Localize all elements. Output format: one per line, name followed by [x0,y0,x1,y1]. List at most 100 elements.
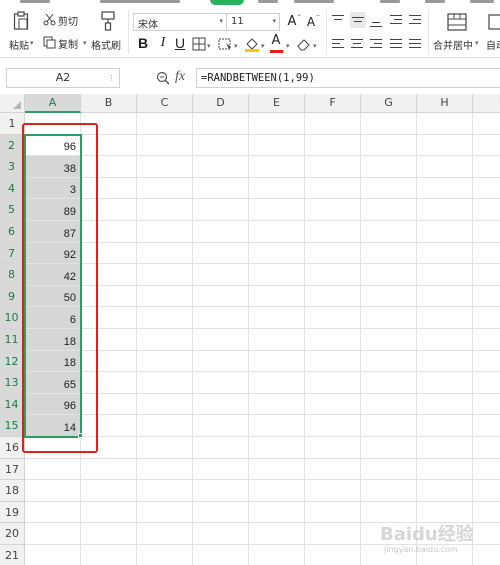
increase-indent-button[interactable] [409,14,423,28]
cell-e8[interactable] [249,264,305,286]
cell-c2[interactable] [137,134,193,157]
cell-i16[interactable] [473,437,500,459]
cell-b2[interactable] [81,134,137,157]
cell-f16[interactable] [305,437,361,459]
cell-h3[interactable] [417,156,473,178]
align-center-button[interactable] [351,39,365,51]
cell-e13[interactable] [249,372,305,394]
cell-g18[interactable] [361,480,417,502]
cell-d5[interactable] [193,199,249,221]
bold-button[interactable]: B [135,34,151,52]
cell-f20[interactable] [305,523,361,545]
cell-d21[interactable] [193,545,249,565]
cell-g9[interactable] [361,285,417,308]
cell-f12[interactable] [305,350,361,373]
row-header-6[interactable]: 6 [0,221,25,243]
row-header-7[interactable]: 7 [0,242,25,265]
cell-a14[interactable]: 96 [25,393,81,416]
cell-g7[interactable] [361,242,417,265]
cell-a20[interactable] [25,523,81,545]
row-header-1[interactable]: 1 [0,113,25,135]
cell-e19[interactable] [249,501,305,524]
cell-b7[interactable] [81,242,137,265]
underline-button[interactable]: U [172,34,188,52]
cell-d16[interactable] [193,437,249,459]
cell-c1[interactable] [137,113,193,135]
cell-e6[interactable] [249,221,305,243]
cell-e5[interactable] [249,199,305,221]
cell-h8[interactable] [417,264,473,286]
row-header-4[interactable]: 4 [0,177,25,200]
row-header-11[interactable]: 11 [0,329,25,351]
cell-c20[interactable] [137,523,193,545]
chevron-down-icon[interactable]: ▾ [286,42,290,50]
cell-i7[interactable] [473,242,500,265]
cell-e9[interactable] [249,285,305,308]
chevron-down-icon[interactable]: ▾ [475,39,479,47]
row-header-14[interactable]: 14 [0,393,25,416]
paste-button[interactable]: 粘贴 ▾ [8,8,34,56]
cell-f3[interactable] [305,156,361,178]
cell-a3[interactable]: 38 [25,156,81,178]
cell-b5[interactable] [81,199,137,221]
column-header-f[interactable]: F [305,94,361,113]
fill-color-icon[interactable] [244,36,260,52]
cell-c6[interactable] [137,221,193,243]
cell-d20[interactable] [193,523,249,545]
distributed-align-button[interactable] [409,39,423,51]
row-header-2[interactable]: 2 [0,134,25,157]
cell-i1[interactable] [473,113,500,135]
cell-d6[interactable] [193,221,249,243]
cell-c7[interactable] [137,242,193,265]
cell-a18[interactable] [25,480,81,502]
align-right-button[interactable] [370,39,384,51]
cell-i15[interactable] [473,415,500,437]
row-header-5[interactable]: 5 [0,199,25,221]
cell-d14[interactable] [193,393,249,416]
auto-wrap-button[interactable]: 自动 [484,8,500,56]
row-header-3[interactable]: 3 [0,156,25,178]
cell-f11[interactable] [305,329,361,351]
cell-h10[interactable] [417,307,473,329]
cell-d1[interactable] [193,113,249,135]
cell-g12[interactable] [361,350,417,373]
cell-d4[interactable] [193,177,249,200]
cell-b12[interactable] [81,350,137,373]
cell-a12[interactable]: 18 [25,350,81,373]
cell-a6[interactable]: 87 [25,221,81,243]
cell-i5[interactable] [473,199,500,221]
cell-i12[interactable] [473,350,500,373]
cell-g2[interactable] [361,134,417,157]
cell-g16[interactable] [361,437,417,459]
column-header-d[interactable]: D [193,94,249,113]
cell-e1[interactable] [249,113,305,135]
row-header-15[interactable]: 15 [0,415,25,437]
cell-h17[interactable] [417,458,473,481]
cell-b18[interactable] [81,480,137,502]
cell-h12[interactable] [417,350,473,373]
row-header-19[interactable]: 19 [0,501,25,524]
cell-d10[interactable] [193,307,249,329]
cell-e2[interactable] [249,134,305,157]
row-header-10[interactable]: 10 [0,307,25,329]
cell-a16[interactable] [25,437,81,459]
cell-a1[interactable] [25,113,81,135]
name-box[interactable]: A2 ⋮ [6,68,120,88]
chevron-down-icon[interactable]: ⋮ [108,69,115,87]
cell-f14[interactable] [305,393,361,416]
cell-b13[interactable] [81,372,137,394]
cell-h16[interactable] [417,437,473,459]
cell-f17[interactable] [305,458,361,481]
cell-h1[interactable] [417,113,473,135]
cell-b8[interactable] [81,264,137,286]
cell-f15[interactable] [305,415,361,437]
cell-h6[interactable] [417,221,473,243]
cell-i10[interactable] [473,307,500,329]
row-header-21[interactable]: 21 [0,545,25,565]
cell-i13[interactable] [473,372,500,394]
cell-d8[interactable] [193,264,249,286]
cell-e16[interactable] [249,437,305,459]
select-all-corner[interactable] [0,94,25,113]
cell-a15[interactable]: 14 [25,415,81,437]
cell-b19[interactable] [81,501,137,524]
